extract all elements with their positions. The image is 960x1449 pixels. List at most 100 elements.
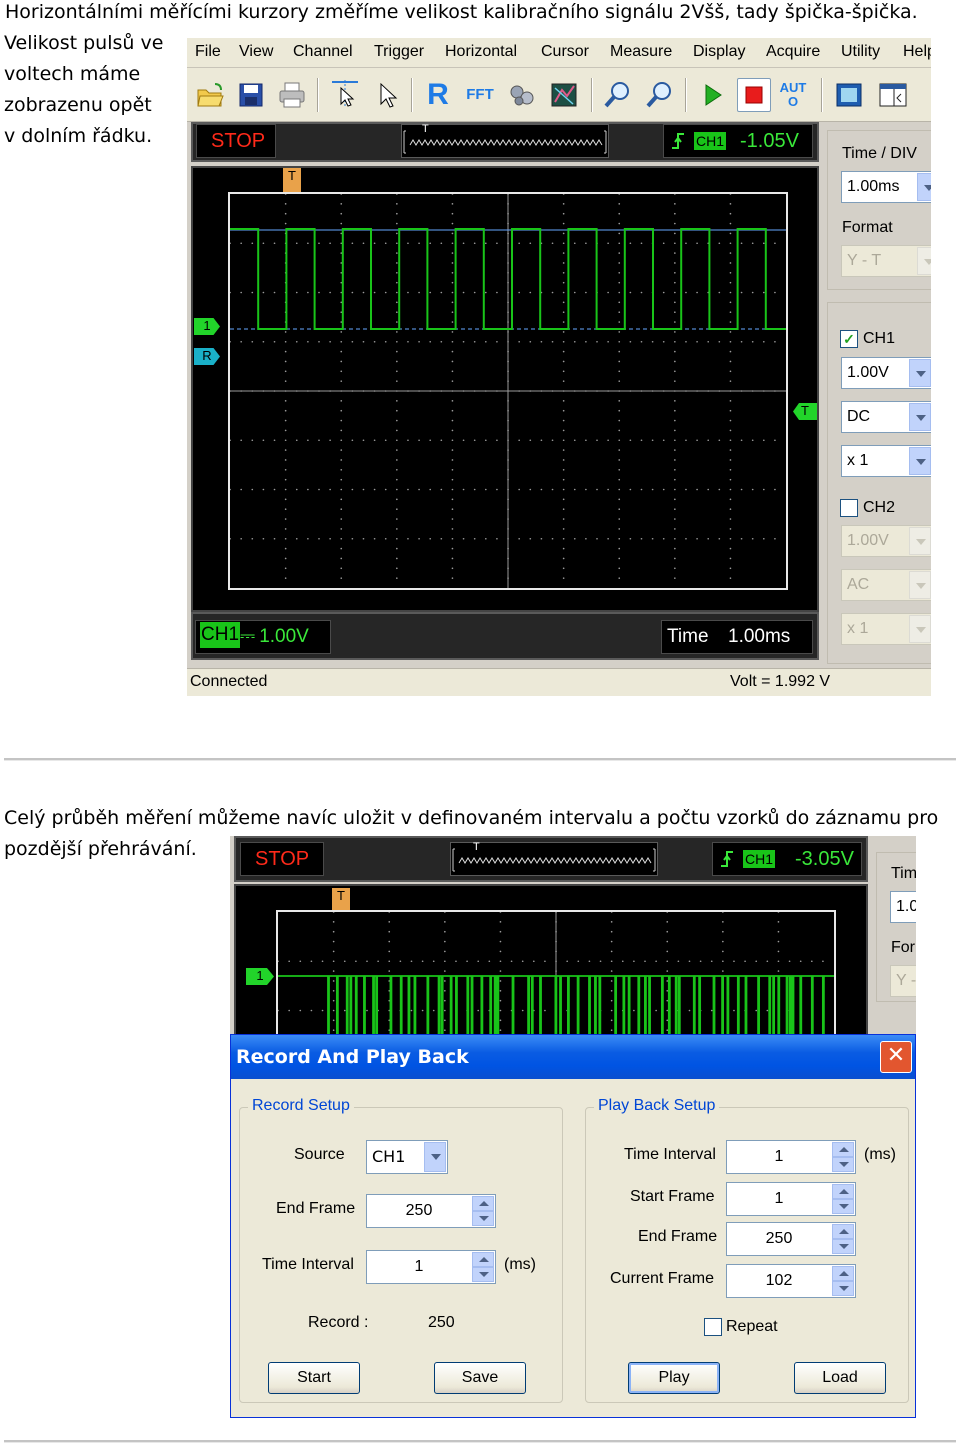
- ch1-volt-select[interactable]: 1.00V: [841, 357, 931, 389]
- window-icon[interactable]: [876, 78, 910, 112]
- capture-icon[interactable]: [832, 78, 866, 112]
- playback-end-frame-value: 250: [765, 1230, 793, 1247]
- waveform-overview[interactable]: T: [401, 123, 609, 158]
- zoom-out-icon[interactable]: [643, 78, 677, 112]
- menu-utility[interactable]: Utility: [841, 43, 880, 61]
- start-button[interactable]: Start: [268, 1362, 360, 1394]
- ch1-checkbox[interactable]: ✓: [840, 330, 858, 348]
- ch2-volt-select[interactable]: 1.00V: [841, 525, 931, 557]
- current-frame-input[interactable]: 102: [726, 1264, 856, 1298]
- spin-up-icon[interactable]: [472, 1252, 494, 1267]
- ch1-offset-marker[interactable]: 1: [194, 318, 220, 335]
- cursor-crosshair-icon[interactable]: [328, 78, 362, 112]
- spin-down-icon[interactable]: [832, 1239, 854, 1254]
- load-button[interactable]: Load: [794, 1362, 886, 1394]
- menu-view[interactable]: View: [239, 43, 273, 61]
- save-button[interactable]: Save: [434, 1362, 526, 1394]
- scope-screen[interactable]: T 1 R T: [191, 166, 819, 612]
- format-select[interactable]: Y - T: [841, 245, 931, 277]
- record-end-frame-input[interactable]: 250: [366, 1194, 496, 1228]
- menu-channel[interactable]: Channel: [293, 43, 353, 61]
- spin-down-icon[interactable]: [832, 1281, 854, 1296]
- record-interval-input[interactable]: 1: [366, 1250, 496, 1284]
- ch2-checkbox[interactable]: [840, 499, 858, 517]
- spin-down-icon[interactable]: [472, 1211, 494, 1226]
- time-div-select[interactable]: 1.0: [890, 891, 916, 923]
- zoom-in-icon[interactable]: [601, 78, 635, 112]
- pointer-icon[interactable]: [369, 78, 403, 112]
- playback-setup-legend: Play Back Setup: [594, 1097, 720, 1115]
- time-div-label: Tim: [891, 865, 916, 882]
- close-icon[interactable]: ✕: [880, 1041, 912, 1073]
- spin-down-icon[interactable]: [832, 1199, 854, 1214]
- ch1-offset-marker[interactable]: 1: [246, 968, 274, 985]
- folder-open-icon[interactable]: [193, 78, 227, 112]
- run-icon[interactable]: [695, 78, 729, 112]
- record-interval-value: 1: [414, 1258, 424, 1275]
- toolbar-separator: [821, 78, 823, 112]
- ch1-coupling-glyph: ⎓: [240, 626, 256, 647]
- chevron-down-icon: [917, 173, 931, 201]
- menu-measure[interactable]: Measure: [610, 43, 672, 61]
- record-count-label: Record :: [308, 1314, 369, 1331]
- trigger-level: -1.05V: [740, 130, 799, 152]
- menu-horizontal[interactable]: Horizontal: [445, 43, 517, 61]
- spin-up-icon[interactable]: [832, 1224, 854, 1239]
- trigger-level-marker[interactable]: T: [793, 403, 817, 420]
- ch1-coupling-select[interactable]: DC: [841, 401, 931, 433]
- spin-up-icon[interactable]: [832, 1184, 854, 1199]
- auto-button[interactable]: AUTO: [779, 78, 807, 112]
- menu-trigger[interactable]: Trigger: [374, 43, 424, 61]
- time-div-select[interactable]: 1.00ms: [841, 171, 931, 203]
- waveform-overview[interactable]: T: [450, 841, 658, 876]
- spin-down-icon[interactable]: [472, 1267, 494, 1282]
- toolbar: R FFT AUTO: [187, 68, 931, 122]
- menu-display[interactable]: Display: [693, 43, 745, 61]
- time-div-value: 1.00ms: [847, 178, 900, 195]
- source-select[interactable]: CH1: [366, 1140, 448, 1174]
- fft-button[interactable]: FFT: [463, 78, 497, 112]
- trigger-position-marker[interactable]: T: [283, 168, 301, 192]
- save-icon[interactable]: [234, 78, 268, 112]
- spin-up-icon[interactable]: [472, 1196, 494, 1211]
- format-select[interactable]: Y -: [890, 965, 916, 997]
- ch2-coupling-value: AC: [847, 576, 870, 593]
- format-label: For: [891, 939, 915, 956]
- ref-marker[interactable]: R: [194, 348, 220, 365]
- display-icon[interactable]: [547, 78, 581, 112]
- start-frame-label: Start Frame: [630, 1188, 715, 1205]
- menu-cursor[interactable]: Cursor: [541, 43, 589, 61]
- playback-interval-input[interactable]: 1: [726, 1140, 856, 1174]
- spin-down-icon[interactable]: [832, 1157, 854, 1172]
- chevron-down-icon: [909, 359, 931, 387]
- reference-button[interactable]: R: [421, 78, 455, 112]
- spin-up-icon[interactable]: [832, 1266, 854, 1281]
- ch2-label: CH2: [863, 499, 896, 516]
- menu-file[interactable]: File: [195, 43, 221, 61]
- play-button[interactable]: Play: [628, 1362, 720, 1394]
- ch2-coupling-select[interactable]: AC: [841, 569, 931, 601]
- menu-acquire[interactable]: Acquire: [766, 43, 820, 61]
- trigger-edge-icon: [670, 126, 686, 166]
- trigger-position-marker[interactable]: T: [332, 888, 350, 910]
- format-value: Y - T: [847, 252, 882, 269]
- menu-help[interactable]: Help: [903, 43, 931, 61]
- ch1-probe-select[interactable]: x 1: [841, 445, 931, 477]
- playback-setup-group: Play Back Setup Time Interval 1 (ms) Sta…: [585, 1097, 909, 1403]
- stop-icon[interactable]: [737, 78, 771, 112]
- spin-up-icon[interactable]: [832, 1142, 854, 1157]
- trigger-edge-icon: [719, 844, 735, 884]
- paragraph-1-line-2: Velikost pulsů ve: [4, 32, 164, 54]
- ch2-probe-select[interactable]: x 1: [841, 613, 931, 645]
- status-bar: Connected Volt = 1.992 V: [187, 668, 931, 696]
- scope-screen[interactable]: T 1: [234, 884, 868, 1092]
- start-frame-input[interactable]: 1: [726, 1182, 856, 1216]
- ch1-probe-value: x 1: [847, 452, 869, 469]
- format-label: Format: [842, 219, 893, 236]
- ch1-readout-scale: 1.00V: [259, 626, 309, 647]
- playback-end-frame-input[interactable]: 250: [726, 1222, 856, 1256]
- repeat-checkbox[interactable]: [704, 1318, 722, 1336]
- print-icon[interactable]: [275, 78, 309, 112]
- math-icon[interactable]: [505, 78, 539, 112]
- repeat-label: Repeat: [726, 1318, 778, 1335]
